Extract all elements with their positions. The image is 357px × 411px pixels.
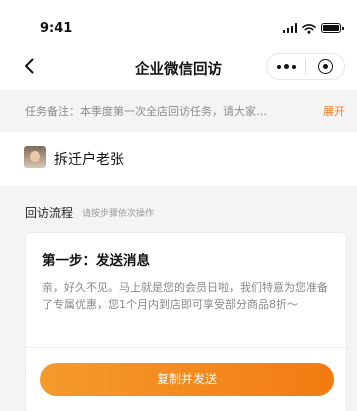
cellular-signal-icon bbox=[282, 23, 297, 33]
step-message: 亲，好久不见。马上就是您的会员日啦，我们特意为您准备了专属优惠，您1个月内到店即… bbox=[42, 281, 328, 311]
customer-row[interactable]: 拆迁户老张 bbox=[0, 132, 357, 186]
status-bar: 9:41 bbox=[0, 0, 357, 42]
flow-title: 回访流程 bbox=[25, 206, 74, 220]
copy-and-send-button[interactable]: 复制并发送 bbox=[40, 363, 334, 396]
screen: 9:41 企业微信回访 任务备注：本季度第一次全店回访任务，请大家… 展开 拆迁… bbox=[0, 0, 357, 411]
status-time: 9:41 bbox=[40, 21, 73, 36]
step-card: 第一步：发送消息 亲，好久不见。马上就是您的会员日啦，我们特意为您准备了专属优惠… bbox=[25, 232, 347, 411]
step-title: 第一步：发送消息 bbox=[42, 253, 150, 269]
step-divider bbox=[26, 347, 346, 348]
task-note: 任务备注：本季度第一次全店回访任务，请大家… 展开 bbox=[0, 90, 357, 132]
mini-program-capsule bbox=[266, 53, 345, 80]
status-icons bbox=[282, 22, 344, 34]
flow-hint: 请按步骤依次操作 bbox=[82, 209, 155, 219]
more-dots-icon bbox=[276, 64, 281, 69]
battery-icon bbox=[321, 23, 344, 33]
customer-name: 拆迁户老张 bbox=[54, 152, 124, 168]
close-button[interactable] bbox=[306, 54, 344, 79]
avatar bbox=[24, 146, 46, 168]
more-button[interactable] bbox=[267, 54, 305, 79]
expand-link[interactable]: 展开 bbox=[323, 103, 345, 119]
task-note-text: 任务备注：本季度第一次全店回访任务，请大家… bbox=[25, 105, 267, 118]
target-circle-icon bbox=[317, 59, 333, 74]
nav-bar: 企业微信回访 bbox=[0, 42, 357, 90]
wifi-icon bbox=[302, 23, 316, 34]
flow-header: 回访流程 请按步骤依次操作 bbox=[0, 186, 357, 230]
